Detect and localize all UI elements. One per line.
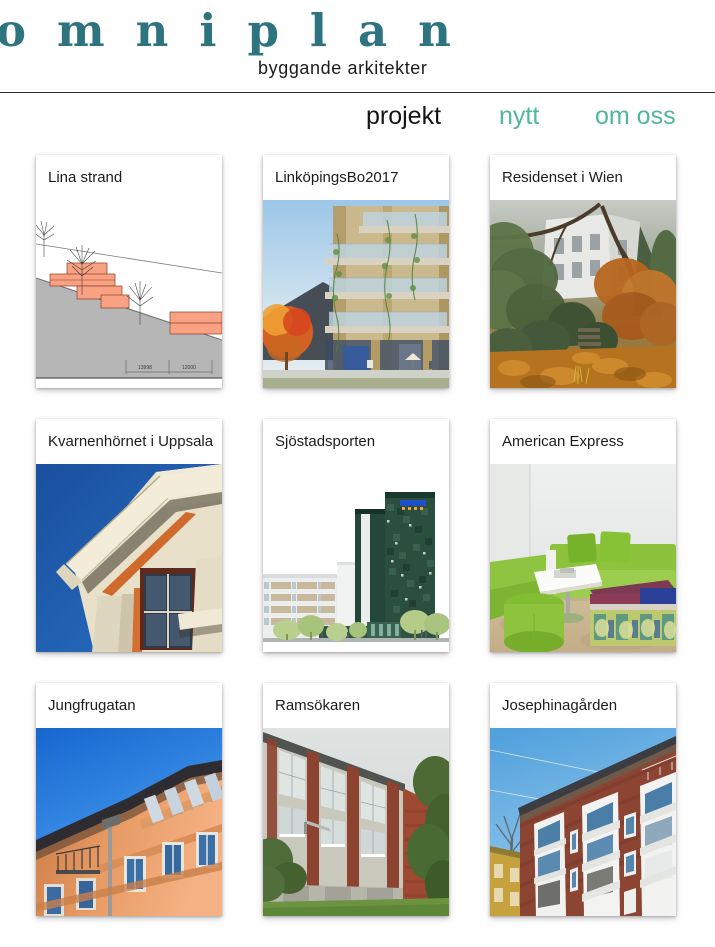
project-thumbnail-lina-strand: 13998 12000: [36, 200, 222, 388]
project-card-title: Josephinagården: [490, 683, 676, 728]
main-navigation: projekt nytt om oss: [0, 96, 715, 144]
project-thumbnail-josephinagarden: [490, 728, 676, 916]
building-render-svg: [263, 200, 449, 388]
project-thumbnail-residenset-i-wien: [490, 200, 676, 388]
brick-apartment-svg: [490, 728, 676, 916]
industrial-building-svg: [263, 728, 449, 916]
project-grid: Lina strand 13998 12000 LinköpingsBo2017…: [0, 155, 715, 947]
project-card-residenset-i-wien[interactable]: Residenset i Wien: [490, 155, 676, 388]
project-card-kvarnenhornet-i-uppsala[interactable]: Kvarnenhörnet i Uppsala: [36, 419, 222, 652]
project-card-title: American Express: [490, 419, 676, 464]
project-card-sjostadsporten[interactable]: Sjöstadsporten: [263, 419, 449, 652]
dimension-label-right: 12000: [182, 365, 196, 371]
logo-tagline: byggande arkitekter: [258, 58, 428, 78]
project-card-jungfrugatan[interactable]: Jungfrugatan: [36, 683, 222, 916]
project-card-american-express[interactable]: American Express: [490, 419, 676, 652]
header-divider: [0, 92, 715, 93]
site-logo[interactable]: omniplan: [0, 8, 482, 53]
project-card-josephinagarden[interactable]: Josephinagården: [490, 683, 676, 916]
lounge-interior-svg: [490, 464, 676, 652]
project-row: Kvarnenhörnet i Uppsala Sjöstadsporten A…: [0, 419, 715, 683]
nav-item-nytt[interactable]: nytt: [499, 104, 539, 129]
project-row: Jungfrugatan Ramsökaren Josephinagården: [0, 683, 715, 947]
project-thumbnail-ramsokaren: [263, 728, 449, 916]
project-card-linkopingsbo2017[interactable]: LinköpingsBo2017: [263, 155, 449, 388]
classical-facade-svg: [36, 464, 222, 652]
project-card-title: Residenset i Wien: [490, 155, 676, 200]
project-card-title: LinköpingsBo2017: [263, 155, 449, 200]
project-card-title: Jungfrugatan: [36, 683, 222, 728]
logo-wordmark: omniplan: [0, 4, 482, 57]
project-thumbnail-linkopingsbo2017: [263, 200, 449, 388]
project-card-lina-strand[interactable]: Lina strand 13998 12000: [36, 155, 222, 388]
project-card-title: Ramsökaren: [263, 683, 449, 728]
autumn-garden-svg: [490, 200, 676, 388]
project-thumbnail-american-express: [490, 464, 676, 652]
orange-facade-svg: [36, 728, 222, 916]
tower-elevation-svg: [263, 464, 449, 652]
dimension-label-left: 13998: [138, 365, 152, 371]
project-thumbnail-sjostadsporten: [263, 464, 449, 652]
nav-item-projekt[interactable]: projekt: [366, 104, 441, 129]
project-card-ramsokaren[interactable]: Ramsökaren: [263, 683, 449, 916]
nav-item-om-oss[interactable]: om oss: [595, 104, 676, 129]
site-header: omniplan byggande arkitekter: [0, 0, 715, 93]
project-thumbnail-kvarnenhornet: [36, 464, 222, 652]
project-thumbnail-jungfrugatan: [36, 728, 222, 916]
project-card-title: Lina strand: [36, 155, 222, 200]
project-card-title: Sjöstadsporten: [263, 419, 449, 464]
project-card-title: Kvarnenhörnet i Uppsala: [36, 419, 222, 464]
project-row: Lina strand 13998 12000 LinköpingsBo2017…: [0, 155, 715, 419]
section-drawing-svg: 13998 12000: [36, 200, 222, 388]
